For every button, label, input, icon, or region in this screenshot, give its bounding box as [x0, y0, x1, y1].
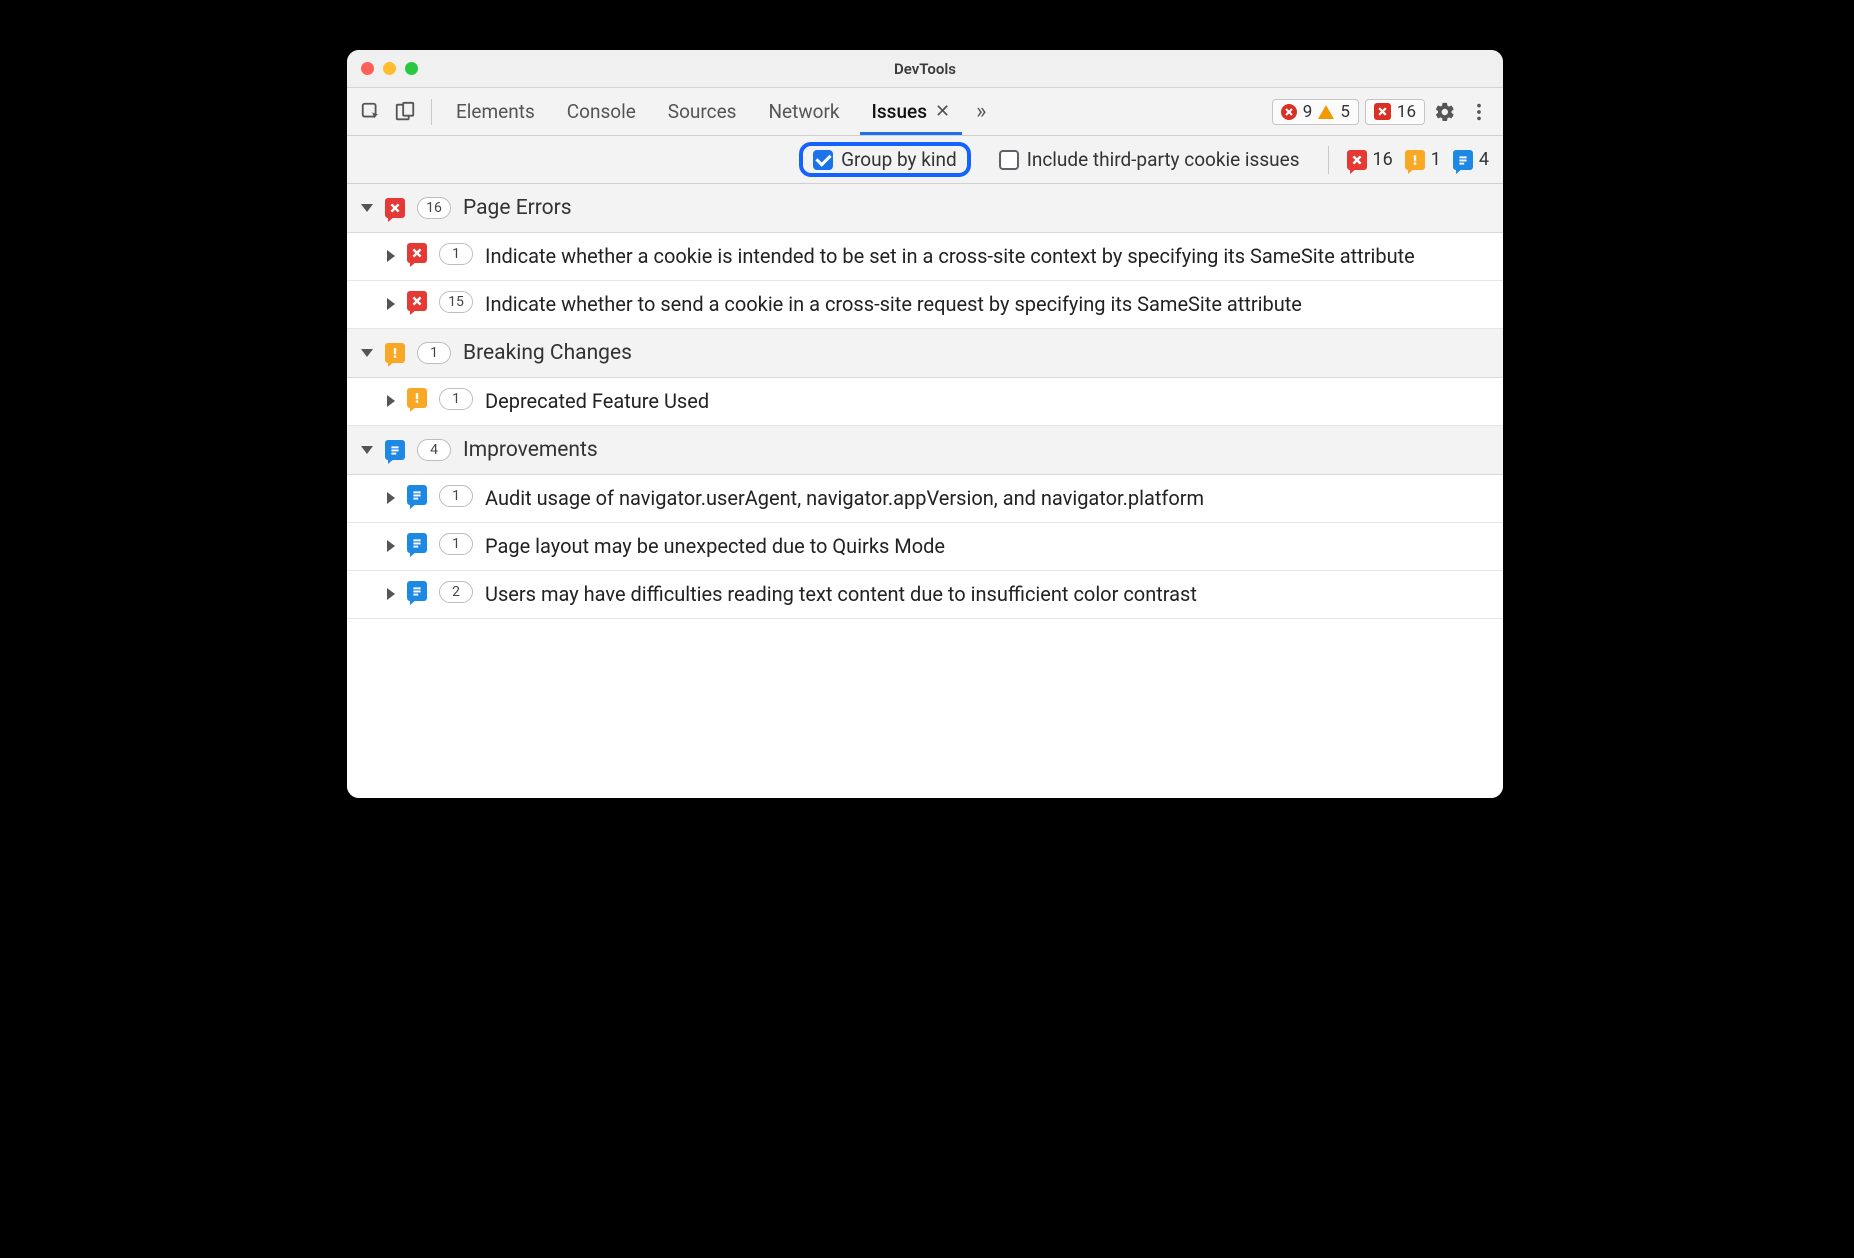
devtools-toolbar: Elements Console Sources Network Issues …	[347, 88, 1503, 136]
issue-row[interactable]: 1 Deprecated Feature Used	[347, 378, 1503, 426]
checkbox-icon	[999, 150, 1019, 170]
devtools-window: DevTools Elements Console Sources	[347, 50, 1503, 798]
issue-count: 1	[439, 388, 473, 410]
warning-icon	[1318, 105, 1334, 119]
minimize-window-button[interactable]	[383, 62, 396, 75]
info-total[interactable]: 4	[1453, 149, 1489, 170]
issue-count: 2	[439, 581, 473, 603]
info-bubble-icon	[407, 485, 427, 505]
include-third-party-label: Include third-party cookie issues	[1027, 148, 1300, 171]
chevron-right-icon	[387, 492, 395, 504]
group-count: 4	[417, 439, 451, 461]
error-bubble-icon	[407, 291, 427, 311]
window-title: DevTools	[347, 60, 1503, 78]
info-bubble-icon	[407, 533, 427, 553]
group-by-kind-checkbox[interactable]: Group by kind	[799, 142, 971, 177]
group-title: Page Errors	[463, 196, 572, 220]
issue-count: 1	[439, 485, 473, 507]
warning-bubble-icon	[407, 388, 427, 408]
error-bubble-icon	[1347, 150, 1367, 170]
separator	[431, 99, 432, 125]
chevron-right-icon	[387, 250, 395, 262]
issues-list: 16 Page Errors 1 Indicate whether a cookie …	[347, 184, 1503, 798]
info-bubble-icon	[407, 581, 427, 601]
group-title: Improvements	[463, 438, 598, 462]
tab-network[interactable]: Network	[756, 88, 851, 135]
issue-row[interactable]: 15 Indicate whether to send a cookie in a…	[347, 281, 1503, 329]
device-toggle-icon[interactable]	[391, 98, 419, 126]
issue-row[interactable]: 1 Page layout may be unexpected due to Qu…	[347, 523, 1503, 571]
chevron-right-icon	[387, 395, 395, 407]
close-tab-icon[interactable]: ✕	[935, 101, 950, 122]
chevron-down-icon	[361, 349, 373, 357]
info-bubble-icon	[385, 440, 405, 460]
tab-sources[interactable]: Sources	[656, 88, 749, 135]
warning-bubble-icon	[1405, 150, 1425, 170]
group-by-kind-label: Group by kind	[841, 148, 957, 171]
info-total-value: 4	[1479, 149, 1489, 170]
panel-tabs: Elements Console Sources Network Issues …	[444, 88, 962, 135]
error-bubble-icon	[407, 243, 427, 263]
issue-message: Deprecated Feature Used	[485, 388, 1489, 415]
error-bubble-icon	[385, 198, 405, 218]
chevron-right-icon	[387, 540, 395, 552]
issues-filterbar: Group by kind Include third-party cookie…	[347, 136, 1503, 184]
issue-count: 1	[439, 243, 473, 265]
error-icon	[1281, 104, 1297, 120]
chevron-down-icon	[361, 446, 373, 454]
warning-bubble-icon	[385, 343, 405, 363]
blocked-count: 16	[1397, 102, 1416, 122]
issue-row[interactable]: 1 Indicate whether a cookie is intended t…	[347, 233, 1503, 281]
issue-message: Page layout may be unexpected due to Qui…	[485, 533, 1489, 560]
tab-elements[interactable]: Elements	[444, 88, 547, 135]
errors-total-value: 16	[1373, 149, 1393, 170]
warning-count: 5	[1340, 102, 1350, 122]
settings-icon[interactable]	[1431, 98, 1459, 126]
issue-row[interactable]: 2 Users may have difficulties reading tex…	[347, 571, 1503, 619]
info-bubble-icon	[1453, 150, 1473, 170]
issue-row[interactable]: 1 Audit usage of navigator.userAgent, nav…	[347, 475, 1503, 523]
blocked-icon	[1374, 103, 1391, 120]
issue-message: Indicate whether to send a cookie in a c…	[485, 291, 1489, 318]
issue-message: Audit usage of navigator.userAgent, navi…	[485, 485, 1489, 512]
checkbox-icon	[813, 150, 833, 170]
inspect-element-icon[interactable]	[357, 98, 385, 126]
error-count: 9	[1303, 102, 1313, 122]
issue-message: Users may have difficulties reading text…	[485, 581, 1489, 608]
group-count: 16	[417, 197, 451, 219]
group-header-error[interactable]: 16 Page Errors	[347, 184, 1503, 233]
more-options-icon[interactable]	[1465, 98, 1493, 126]
tab-issues[interactable]: Issues ✕	[860, 88, 963, 135]
issue-message: Indicate whether a cookie is intended to…	[485, 243, 1489, 270]
issue-count: 1	[439, 533, 473, 555]
issue-count: 15	[439, 291, 473, 313]
chevron-right-icon	[387, 588, 395, 600]
group-header-warning[interactable]: 1 Breaking Changes	[347, 329, 1503, 378]
zoom-window-button[interactable]	[405, 62, 418, 75]
titlebar: DevTools	[347, 50, 1503, 88]
separator	[1328, 146, 1329, 174]
issues-status-badge[interactable]: 16	[1365, 99, 1425, 125]
group-count: 1	[417, 342, 451, 364]
errors-total[interactable]: 16	[1347, 149, 1393, 170]
close-window-button[interactable]	[361, 62, 374, 75]
chevron-down-icon	[361, 204, 373, 212]
group-header-info[interactable]: 4 Improvements	[347, 426, 1503, 475]
group-title: Breaking Changes	[463, 341, 632, 365]
window-controls	[361, 62, 418, 75]
tab-console[interactable]: Console	[555, 88, 648, 135]
issue-counts: 16 1 4	[1347, 149, 1489, 170]
include-third-party-checkbox[interactable]: Include third-party cookie issues	[989, 144, 1310, 175]
chevron-right-icon	[387, 298, 395, 310]
more-tabs-icon[interactable]: »	[968, 99, 994, 124]
warnings-total-value: 1	[1431, 149, 1441, 170]
console-status-badge[interactable]: 9 5	[1272, 99, 1359, 125]
warnings-total[interactable]: 1	[1405, 149, 1441, 170]
